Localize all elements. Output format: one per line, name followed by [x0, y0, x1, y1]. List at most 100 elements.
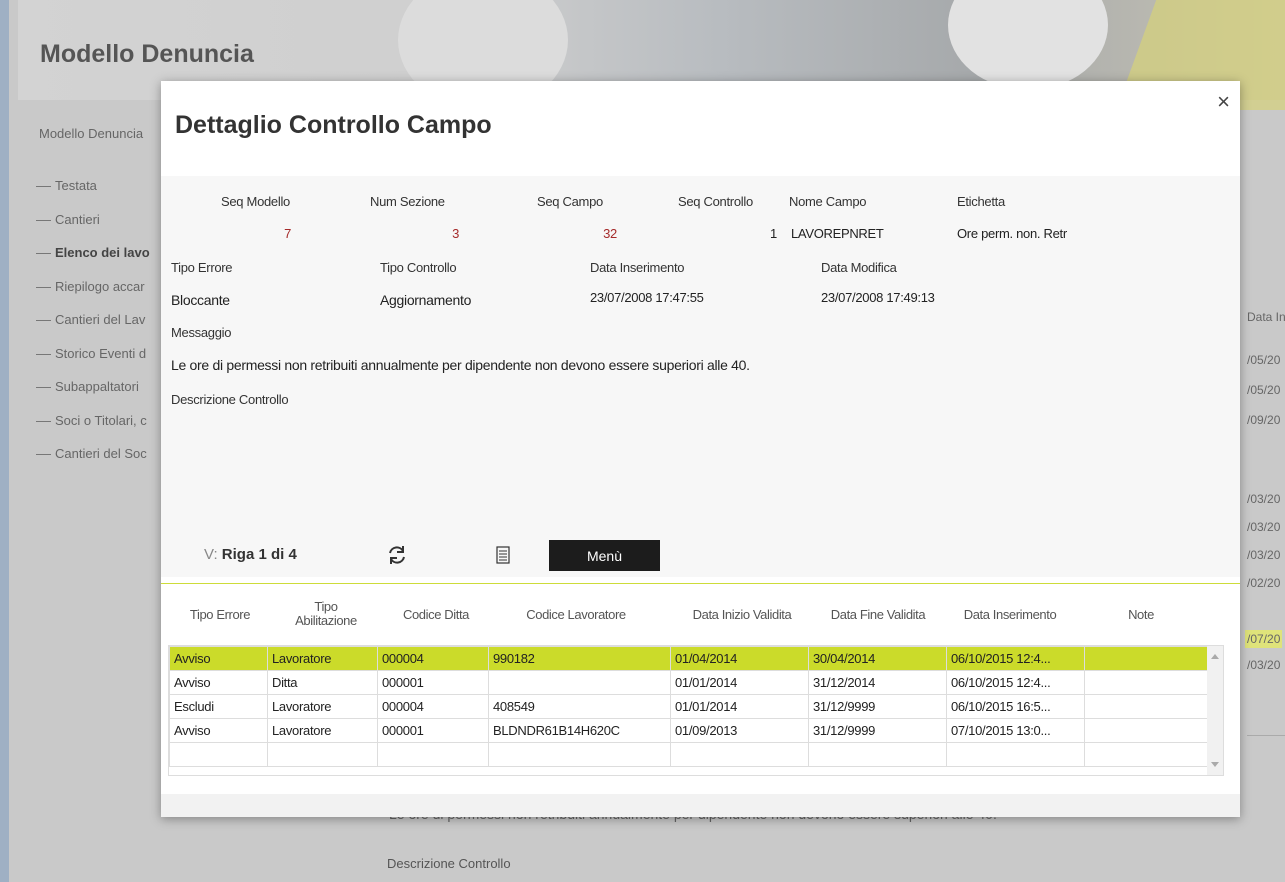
- table-cell: [1084, 742, 1222, 767]
- table-cell: Lavoratore: [267, 694, 378, 719]
- menu-button[interactable]: Menù: [549, 540, 660, 571]
- table-cell: Lavoratore: [267, 646, 378, 671]
- data-inserimento-value: 23/07/2008 17:47:55: [590, 290, 704, 305]
- breadcrumb[interactable]: Modello Denuncia: [39, 126, 143, 141]
- cell: /03/20: [1247, 520, 1281, 534]
- table-cell: 408549: [488, 694, 671, 719]
- tipo-errore-label: Tipo Errore: [171, 260, 233, 275]
- cell: /03/20: [1247, 492, 1281, 506]
- pager-text: Riga 1 di 4: [221, 546, 297, 563]
- background-label: Descrizione Controllo: [387, 856, 511, 871]
- num-sezione-label: Num Sezione: [370, 194, 445, 209]
- close-icon[interactable]: ×: [1217, 91, 1230, 113]
- table-cell: 000001: [377, 718, 489, 743]
- sidebar-item-testata[interactable]: Testata: [36, 178, 150, 212]
- table-row-empty[interactable]: [169, 742, 1222, 767]
- col-header-abilitazione: Abilitazione: [295, 613, 357, 628]
- etichetta-value: Ore perm. non. Retr: [957, 226, 1067, 241]
- table-cell: 01/01/2014: [670, 694, 809, 719]
- col-header-codice-lavoratore[interactable]: Codice Lavoratore: [506, 608, 646, 622]
- messaggio-value: Le ore di permessi non retribuiti annual…: [171, 357, 750, 373]
- tipo-errore-value: Bloccante: [171, 292, 230, 308]
- sidebar-item-cantieri[interactable]: Cantieri: [36, 212, 150, 246]
- seq-controllo-value: 1: [770, 226, 777, 241]
- table-cell: 06/10/2015 16:5...: [946, 694, 1085, 719]
- table-row[interactable]: Avviso Lavoratore 000004 990182 01/04/2014 30…: [169, 646, 1222, 671]
- table-cell: Avviso: [169, 670, 268, 695]
- table-cell: [377, 742, 489, 767]
- col-header-data-fine[interactable]: Data Fine Validita: [813, 608, 943, 622]
- table-cell: [267, 742, 378, 767]
- table-row[interactable]: Avviso Lavoratore 000001 BLDNDR61B14H620C 01…: [169, 718, 1222, 743]
- data-inserimento-label: Data Inserimento: [590, 260, 685, 275]
- detail-form: Seq Modello Num Sezione Seq Campo Seq Co…: [161, 176, 1240, 556]
- scroll-down-icon[interactable]: [1211, 762, 1219, 767]
- table-cell: [946, 742, 1085, 767]
- col-header-tipo-abilitazione[interactable]: Tipo Abilitazione: [276, 600, 376, 628]
- seq-controllo-label: Seq Controllo: [678, 194, 753, 209]
- table-cell: 07/10/2015 13:0...: [946, 718, 1085, 743]
- etichetta-label: Etichetta: [957, 194, 1005, 209]
- table-cell: [670, 742, 809, 767]
- scroll-up-icon[interactable]: [1211, 654, 1219, 659]
- refresh-icon[interactable]: [387, 544, 407, 566]
- table-cell: [808, 742, 947, 767]
- table-cell: 06/10/2015 12:4...: [946, 670, 1085, 695]
- num-sezione-value: 3: [452, 226, 459, 241]
- nome-campo-label: Nome Campo: [789, 194, 867, 209]
- col-header-tipo-errore[interactable]: Tipo Errore: [175, 608, 265, 622]
- col-header-data-inizio[interactable]: Data Inizio Validita: [672, 608, 812, 622]
- table-cell: [1084, 694, 1222, 719]
- sidebar-item-soci[interactable]: Soci o Titolari, c: [36, 413, 150, 447]
- table-cell: 000001: [377, 670, 489, 695]
- table-cell: 000004: [377, 646, 489, 671]
- sidebar-item-subappaltatori[interactable]: Subappaltatori: [36, 379, 150, 413]
- table-row[interactable]: Avviso Ditta 000001 01/01/2014 31/12/2014 06/…: [169, 670, 1222, 695]
- table-cell: Lavoratore: [267, 718, 378, 743]
- sidebar-nav: Testata Cantieri Elenco dei lavo Riepilo…: [36, 178, 150, 480]
- sidebar-item-elenco[interactable]: Elenco dei lavo: [36, 245, 150, 279]
- table-cell: Avviso: [169, 646, 268, 671]
- sidebar-item-cantieri-soc[interactable]: Cantieri del Soc: [36, 446, 150, 480]
- grid-header: Tipo Errore Tipo Abilitazione Codice Dit…: [161, 584, 1240, 645]
- sidebar-item-riepilogo[interactable]: Riepilogo accar: [36, 279, 150, 313]
- dialog-title: Dettaglio Controllo Campo: [175, 111, 492, 139]
- table-cell: BLDNDR61B14H620C: [488, 718, 671, 743]
- cell: /02/20: [1247, 576, 1281, 590]
- col-header-data-inserimento[interactable]: Data Inserimento: [945, 608, 1075, 622]
- col-header-codice-ditta[interactable]: Codice Ditta: [386, 608, 486, 622]
- cell: /03/20: [1247, 548, 1281, 562]
- csv-export-icon[interactable]: [496, 546, 510, 564]
- grid-footer: [161, 794, 1240, 817]
- grid-scrollbar[interactable]: [1207, 646, 1223, 775]
- table-cell: [1084, 646, 1222, 671]
- descrizione-label: Descrizione Controllo: [171, 392, 289, 407]
- table-cell: 01/01/2014: [670, 670, 809, 695]
- cell: /03/20: [1247, 658, 1281, 672]
- grid-toolbar: V: Riga 1 di 4 Menù: [161, 537, 1240, 577]
- data-modifica-label: Data Modifica: [821, 260, 897, 275]
- cell: /05/20: [1247, 383, 1281, 397]
- data-modifica-value: 23/07/2008 17:49:13: [821, 290, 935, 305]
- column-header: Data In: [1247, 310, 1285, 324]
- table-cell: [1084, 718, 1222, 743]
- seq-campo-value: 32: [603, 226, 617, 241]
- sidebar-item-storico[interactable]: Storico Eventi d: [36, 346, 150, 380]
- col-header-note[interactable]: Note: [1111, 608, 1171, 622]
- seq-campo-label: Seq Campo: [537, 194, 603, 209]
- table-cell: 06/10/2015 12:4...: [946, 646, 1085, 671]
- messaggio-label: Messaggio: [171, 325, 232, 340]
- table-cell: Escludi: [169, 694, 268, 719]
- detail-dialog: × Dettaglio Controllo Campo Seq Modello …: [161, 81, 1240, 817]
- table-row[interactable]: Escludi Lavoratore 000004 408549 01/01/2014 3…: [169, 694, 1222, 719]
- table-cell: 01/04/2014: [670, 646, 809, 671]
- table-cell: [488, 742, 671, 767]
- table-cell: 990182: [488, 646, 671, 671]
- data-grid: Avviso Lavoratore 000004 990182 01/04/2014 30…: [168, 645, 1224, 776]
- table-cell: Ditta: [267, 670, 378, 695]
- sidebar-item-cantieri-lav[interactable]: Cantieri del Lav: [36, 312, 150, 346]
- table-cell: Avviso: [169, 718, 268, 743]
- page-title: Modello Denuncia: [40, 40, 254, 68]
- table-cell: 01/09/2013: [670, 718, 809, 743]
- col-header-tipo: Tipo: [314, 599, 338, 614]
